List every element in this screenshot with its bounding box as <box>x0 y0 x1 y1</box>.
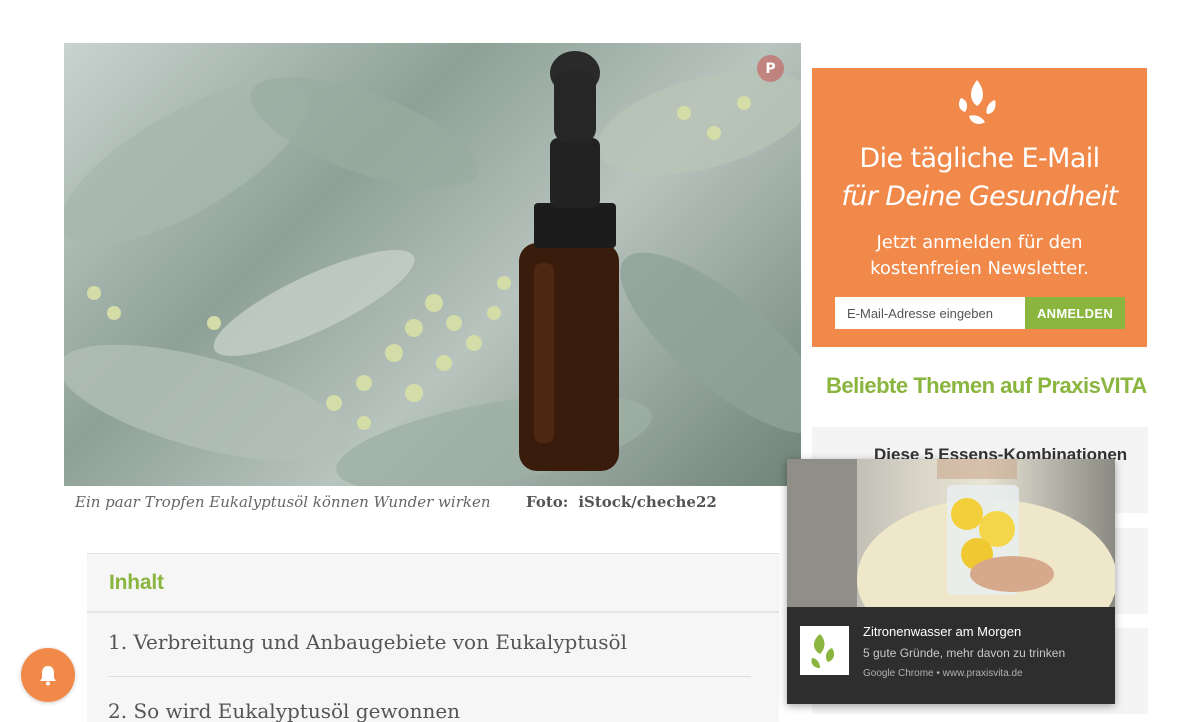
photo-credit-label: Foto: <box>526 493 569 511</box>
table-of-contents: Inhalt 1. Verbreitung und Anbaugebiete v… <box>87 553 779 722</box>
image-caption: Ein paar Tropfen Eukalyptusöl können Wun… <box>75 493 491 511</box>
newsletter-box: Die tägliche E-Mail für Deine Gesundheit… <box>812 68 1147 347</box>
notification-source: Google Chrome • www.praxisvita.de <box>863 668 1023 679</box>
toc-title: Inhalt <box>109 571 164 594</box>
toc-item-1[interactable]: 1. Verbreitung und Anbaugebiete von Euka… <box>108 630 627 654</box>
bell-icon <box>40 666 56 686</box>
lemon-water-photo <box>787 459 1115 607</box>
newsletter-subtitle: für Deine Gesundheit <box>841 181 1118 212</box>
photo-credit-value: iStock/cheche22 <box>578 493 717 511</box>
newsletter-text-line1: Jetzt anmelden für den <box>876 232 1083 253</box>
photo-credit: Foto: iStock/cheche22 <box>526 493 717 511</box>
email-input[interactable] <box>835 297 1025 329</box>
popular-topics-title: Beliebte Themen auf PraxisVITA <box>826 373 1147 398</box>
newsletter-title: Die tägliche E-Mail <box>859 143 1100 174</box>
subscribe-button[interactable]: ANMELDEN <box>1025 297 1125 329</box>
eucalyptus-oil-photo <box>64 51 801 486</box>
praxisvita-leaf-icon <box>800 626 849 675</box>
hero-image <box>64 43 801 486</box>
notification-bell-button[interactable] <box>21 648 75 702</box>
notification-image <box>787 459 1115 607</box>
pinterest-icon[interactable]: P <box>757 55 784 82</box>
notification-title: Zitronenwasser am Morgen <box>863 624 1022 639</box>
notification-body: 5 gute Gründe, mehr davon zu trinken <box>863 646 1066 660</box>
toc-divider <box>87 611 779 613</box>
newsletter-text-line2: kostenfreien Newsletter. <box>870 258 1089 279</box>
newsletter-text: Jetzt anmelden für den kostenfreien News… <box>812 230 1147 282</box>
toc-item-2[interactable]: 2. So wird Eukalyptusöl gewonnen <box>108 699 460 722</box>
push-notification[interactable]: Zitronenwasser am Morgen 5 gute Gründe, … <box>787 459 1115 704</box>
toc-separator <box>108 676 751 677</box>
drop-leaf-logo-icon <box>958 80 996 124</box>
